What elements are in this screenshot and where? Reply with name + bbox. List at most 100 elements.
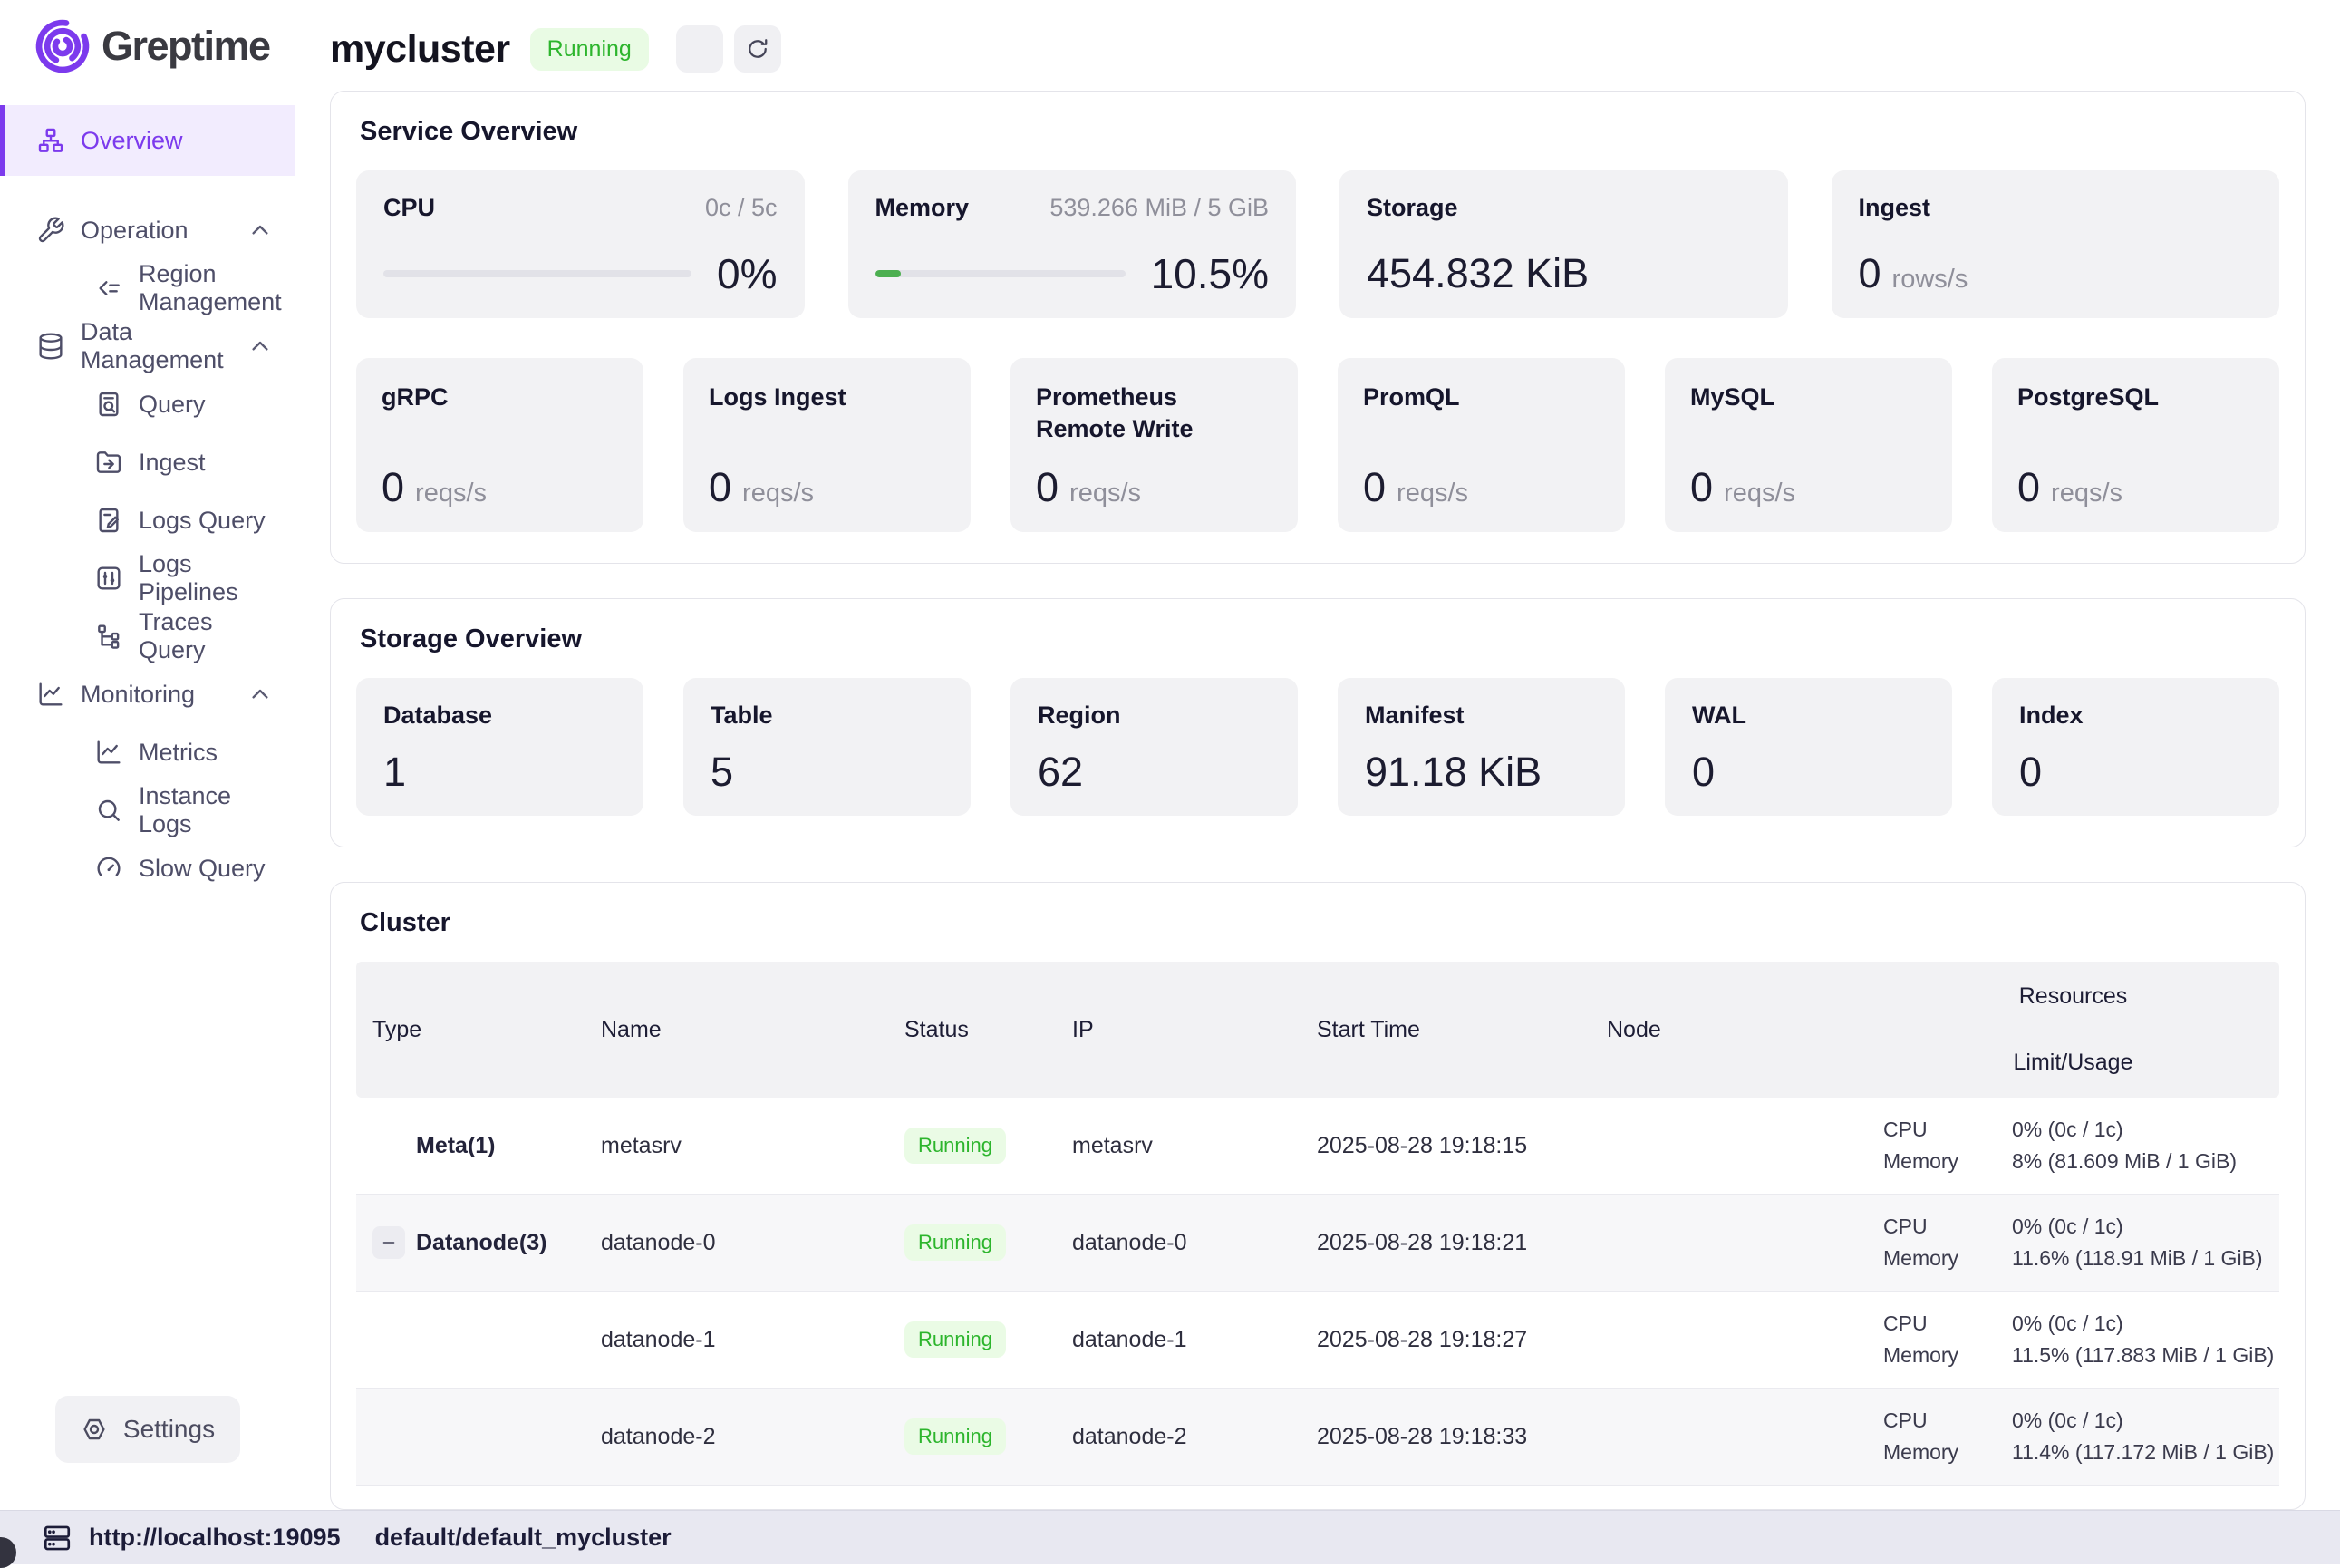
section-title: Cluster [360,908,2279,938]
table-row: datanode-2 Running datanode-2 2025-08-28… [356,1389,2279,1486]
row-name: metasrv [585,1133,888,1159]
manifest-card: Manifest 91.18 KiB [1338,678,1625,816]
res-cpu-value: 0% (0c / 1c) [2012,1215,2279,1239]
sidebar-item-slow-query[interactable]: Slow Query [0,839,295,897]
service-metric-row: CPU 0c / 5c 0% Memory 539.266 MiB / 5 Gi… [356,170,2279,318]
sidebar-item-label: Operation [81,217,189,245]
wal-card: WAL 0 [1665,678,1952,816]
sidebar-item-query[interactable]: Query [0,375,295,433]
storage-metric-value: 62 [1038,751,1271,792]
sidebar-item-ingest[interactable]: Ingest [0,433,295,491]
protocol-value: 0 [1036,467,1059,508]
cluster-table: Type Name Status IP Start Time Node Reso… [356,962,2279,1510]
sidebar-item-label: Region Management [139,260,282,316]
row-ip: datanode-2 [1056,1424,1301,1450]
res-cpu-label: CPU [1883,1215,2012,1239]
database-card: Database 1 [356,678,643,816]
col-status: Status [888,962,1056,1098]
col-name: Name [585,962,888,1098]
collapse-group-button[interactable] [372,1226,405,1259]
cpu-card: CPU 0c / 5c 0% [356,170,805,318]
sitemap-icon [36,126,65,155]
sidebar-item-metrics[interactable]: Metrics [0,723,295,781]
storage-metric-value: 1 [383,751,616,792]
row-resources: CPU0% (0c / 1c) Memory11.6% (118.91 MiB … [1867,1196,2279,1289]
cpu-percent: 0% [717,253,777,295]
col-ip: IP [1056,962,1301,1098]
res-memory-value: 11.6% (118.91 MiB / 1 GiB) [2012,1246,2279,1271]
chevron-up-icon[interactable] [246,216,275,245]
ingest-value: 0 [1859,253,1881,294]
storage-value: 454.832 KiB [1367,253,1589,294]
row-name: datanode-0 [585,1230,888,1256]
ingest-unit: rows/s [1892,265,1968,295]
ingest-label: Ingest [1859,194,1931,222]
memory-percent: 10.5% [1151,253,1269,295]
main-content: mycluster Running Service Overview CPU 0… [295,0,2340,1510]
sidebar-item-logs-pipelines[interactable]: Logs Pipelines [0,549,295,607]
prometheus-remote-write-card: Prometheus Remote Write 0reqs/s [1010,358,1298,532]
refresh-icon [744,35,771,63]
sidebar-item-region-management[interactable]: Region Management [0,259,295,317]
gear-icon [80,1415,109,1444]
row-start-time: 2025-08-28 19:18:27 [1301,1327,1591,1353]
settings-label: Settings [123,1415,215,1444]
res-memory-value: 11.5% (117.883 MiB / 1 GiB) [2012,1343,2279,1368]
greptime-spiral-icon [31,15,94,78]
row-ip: metasrv [1056,1133,1301,1159]
wrench-icon [36,216,65,245]
file-edit-icon [94,506,123,535]
region-card: Region 62 [1010,678,1298,816]
sidebar-item-label: Data Management [81,318,230,374]
line-chart-icon [94,738,123,767]
col-type: Type [356,962,585,1098]
promql-card: PromQL 0reqs/s [1338,358,1625,532]
search-icon [94,796,123,825]
sidebar-item-overview[interactable]: Overview [0,105,295,176]
ingest-card: Ingest 0 rows/s [1832,170,2280,318]
protocol-label: PromQL [1363,382,1600,413]
res-cpu-value: 0% (0c / 1c) [2012,1312,2279,1336]
row-resources: CPU0% (0c / 1c) Memory8% (81.609 MiB / 1… [1867,1099,2279,1192]
section-title: Storage Overview [360,624,2279,654]
protocol-value: 0 [709,467,731,508]
sidebar-item-label: Instance Logs [139,782,275,838]
minus-icon [379,1233,399,1253]
refresh-button[interactable] [734,25,781,73]
protocol-value: 0 [2017,467,2040,508]
row-resources: CPU0% (0c / 1c) Memory11.5% (117.883 MiB… [1867,1293,2279,1386]
table-row: Frontend(1) frontend-0 Running frontend-… [356,1486,2279,1510]
chevron-up-icon[interactable] [246,332,275,361]
row-resources: CPU0% (0c / 1c) Memory11.4% (117.172 MiB… [1867,1390,2279,1483]
sidebar-item-traces-query[interactable]: Traces Query [0,607,295,665]
sidebar-item-monitoring[interactable]: Monitoring [0,665,295,723]
res-memory-label: Memory [1883,1343,2012,1368]
sidebar-item-instance-logs[interactable]: Instance Logs [0,781,295,839]
settings-button[interactable]: Settings [55,1396,240,1463]
sidebar-item-label: Monitoring [81,681,195,709]
chevron-up-icon[interactable] [246,680,275,709]
res-cpu-value: 0% (0c / 1c) [2012,1118,2279,1142]
col-limit-usage-label: Limit/Usage [2014,1050,2133,1076]
row-ip: datanode-1 [1056,1327,1301,1353]
sidebar-item-operation[interactable]: Operation [0,201,295,259]
res-cpu-label: CPU [1883,1118,2012,1142]
sidebar-item-data-management[interactable]: Data Management [0,317,295,375]
brand-name: Greptime [102,23,270,70]
memory-label: Memory [875,194,970,222]
database-icon [36,332,65,361]
cpu-label: CPU [383,194,435,222]
row-status-badge: Running [904,1418,1006,1455]
sidebar-item-label: Query [139,391,206,419]
brand-logo[interactable]: Greptime [0,0,295,105]
table-row: Datanode(3) datanode-0 Running datanode-… [356,1195,2279,1292]
protocol-unit: reqs/s [1724,479,1795,508]
section-title: Service Overview [360,117,2279,147]
region-merge-icon [94,274,123,303]
res-memory-value: 11.4% (117.172 MiB / 1 GiB) [2012,1440,2279,1465]
sidebar-item-logs-query[interactable]: Logs Query [0,491,295,549]
storage-metric-value: 0 [1692,751,1925,792]
service-overview-section: Service Overview CPU 0c / 5c 0% Memory [330,91,2306,564]
header-action-button[interactable] [676,25,723,73]
protocol-unit: reqs/s [2051,479,2122,508]
